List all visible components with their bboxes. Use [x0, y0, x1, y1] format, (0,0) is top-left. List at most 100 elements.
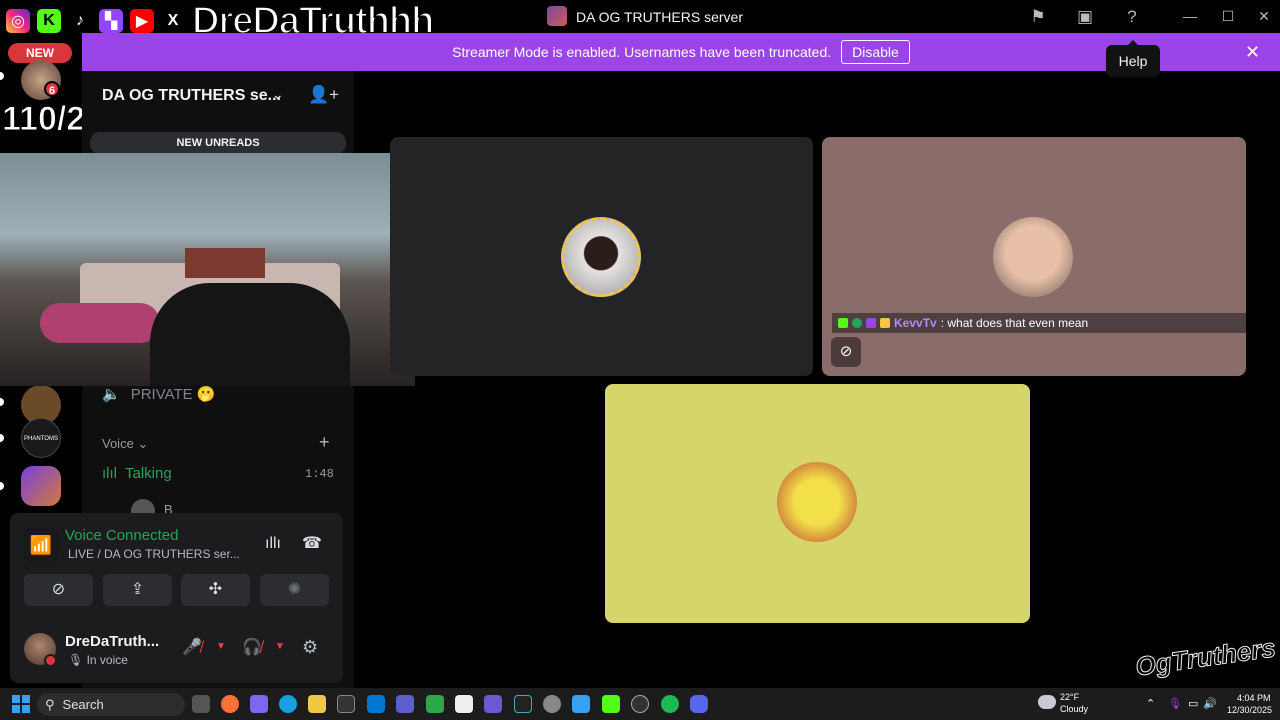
activities-icon[interactable]: ✣ — [181, 574, 250, 606]
kick-app-icon[interactable] — [602, 695, 620, 713]
twitch-icon: ▚ — [97, 7, 125, 35]
video-tile[interactable] — [605, 384, 1030, 623]
teams-icon[interactable] — [396, 695, 414, 713]
outlook-icon[interactable] — [367, 695, 385, 713]
kick-icon: K — [35, 7, 63, 35]
channel-label: Talking — [125, 465, 172, 482]
add-friend-icon[interactable]: 👤+ — [308, 85, 339, 105]
status-dot — [44, 654, 57, 667]
video-tile[interactable] — [390, 137, 813, 376]
store-icon[interactable] — [337, 695, 355, 713]
inbox-icon[interactable]: ▣ — [1074, 6, 1096, 28]
chevron-down-icon[interactable]: ▼ — [275, 641, 285, 652]
tiktok-icon: ♪ — [66, 7, 94, 35]
firefox-icon[interactable] — [221, 695, 239, 713]
channel-label: PRIVATE 🫢 — [130, 386, 216, 403]
mic-small-icon: 🎙 — [68, 653, 87, 667]
user-status-text: In voice — [86, 653, 128, 667]
user-status: 🎙 In voice — [68, 653, 128, 667]
clock-time[interactable]: 4:04 PM — [1237, 693, 1271, 703]
banner-text: Streamer Mode is enabled. Usernames have… — [452, 44, 832, 60]
edge-icon[interactable] — [279, 695, 297, 713]
windows-start-icon[interactable] — [12, 695, 30, 713]
mic-tray-icon[interactable]: 🎙 — [1168, 697, 1182, 710]
screenshare-icon[interactable]: ⇪ — [103, 574, 172, 606]
banner-close-icon[interactable]: ✕ — [1245, 42, 1260, 63]
app-icon[interactable] — [455, 695, 473, 713]
voice-bars-icon: ılıl — [102, 465, 117, 482]
weather-desc[interactable]: Cloudy — [1060, 704, 1088, 714]
youtube-icon: ▶ — [128, 7, 156, 35]
cloud-icon[interactable] — [1038, 695, 1056, 709]
instagram-icon: ◎ — [4, 7, 32, 35]
chevron-down-icon[interactable]: ▼ — [216, 641, 226, 652]
gear-icon[interactable]: ⚙ — [302, 637, 318, 658]
participant-avatar — [993, 217, 1073, 297]
camera-off-icon[interactable]: ⊘ — [24, 574, 93, 606]
help-icon[interactable]: ? — [1121, 6, 1143, 28]
eye-off-icon[interactable]: ⊘ — [831, 337, 861, 367]
voice-timer: 1:48 — [305, 467, 334, 481]
volume-icon[interactable]: 🔊 — [1203, 697, 1217, 710]
guild-phantoms[interactable]: PHANTOMS — [21, 418, 61, 458]
mention-badge: 6 — [44, 81, 60, 97]
voice-category[interactable]: Voice ⌄ — [102, 436, 148, 452]
disable-button[interactable]: Disable — [841, 40, 910, 64]
help-tooltip: Help — [1106, 40, 1160, 77]
copilot-icon[interactable] — [250, 695, 268, 713]
taskbar-search[interactable]: ⚲ Search — [37, 693, 185, 716]
clock-date[interactable]: 12/30/2025 — [1227, 705, 1272, 715]
voice-status[interactable]: Voice Connected — [65, 527, 178, 544]
chevron-down-icon: ⌄ — [137, 436, 149, 451]
flag-icon[interactable]: ⚑ — [1027, 6, 1049, 28]
category-label: Voice — [102, 436, 134, 451]
chat-overlay: KevvTv : what does that even mean — [832, 313, 1246, 333]
network-icon[interactable]: ▭ — [1188, 697, 1198, 710]
mic-muted-icon[interactable]: 🎤̸ — [182, 637, 202, 657]
sub-badge-icon — [866, 318, 876, 328]
voice-channel-talking[interactable]: ılıl Talking — [102, 465, 172, 482]
app-icon[interactable] — [572, 695, 590, 713]
new-unreads-bar[interactable]: NEW UNREADS — [90, 132, 346, 154]
hangup-icon[interactable]: ☎ — [302, 533, 322, 553]
signal-icon[interactable]: 📶 — [24, 528, 58, 562]
window-title: DA OG TRUTHERS server — [576, 9, 743, 25]
deafened-icon[interactable]: 🎧̸ — [242, 637, 262, 657]
task-view-icon[interactable] — [192, 695, 210, 713]
app-icon[interactable] — [484, 695, 502, 713]
video-tile[interactable] — [822, 137, 1246, 376]
settings-app-icon[interactable] — [543, 695, 561, 713]
participant-avatar — [561, 217, 641, 297]
chat-username: KevvTv — [894, 316, 937, 330]
file-explorer-icon[interactable] — [308, 695, 326, 713]
verified-badge-icon — [852, 318, 862, 328]
weather-temp[interactable]: 22°F — [1060, 692, 1079, 702]
app-icon[interactable] — [426, 695, 444, 713]
x-icon: X — [159, 7, 187, 35]
channel-private[interactable]: 🔈 PRIVATE 🫢 — [102, 385, 216, 403]
spotify-icon[interactable] — [661, 695, 679, 713]
voice-channel-path[interactable]: LIVE / DA OG TRUTHERS ser... — [68, 547, 240, 561]
server-icon — [547, 6, 567, 26]
chat-message: : what does that even mean — [940, 316, 1089, 330]
guild-active[interactable] — [21, 466, 61, 506]
user-name[interactable]: DreDaTruth... — [65, 633, 159, 650]
chevron-up-icon[interactable]: ⌃ — [1146, 697, 1155, 710]
app-icon[interactable] — [514, 695, 532, 713]
soundboard-icon[interactable]: ✺ — [260, 574, 329, 606]
app-icon[interactable] — [631, 695, 649, 713]
maximize-icon[interactable]: ☐ — [1218, 6, 1238, 26]
minimize-icon[interactable]: — — [1180, 6, 1200, 26]
speaker-icon: 🔈 — [102, 386, 121, 403]
discord-icon[interactable] — [690, 695, 708, 713]
search-icon: ⚲ — [45, 696, 55, 712]
streamer-mode-banner: Streamer Mode is enabled. Usernames have… — [82, 33, 1280, 71]
server-name[interactable]: DA OG TRUTHERS se... — [102, 87, 281, 105]
plus-icon[interactable]: + — [319, 432, 330, 453]
search-label: Search — [62, 697, 104, 712]
kick-badge-icon — [838, 318, 848, 328]
chevron-down-icon[interactable]: ⌄ — [272, 86, 284, 103]
close-icon[interactable]: ✕ — [1254, 6, 1274, 26]
noise-suppression-icon[interactable]: ıllı — [265, 535, 281, 553]
logo: OgTruthers — [1133, 632, 1278, 682]
